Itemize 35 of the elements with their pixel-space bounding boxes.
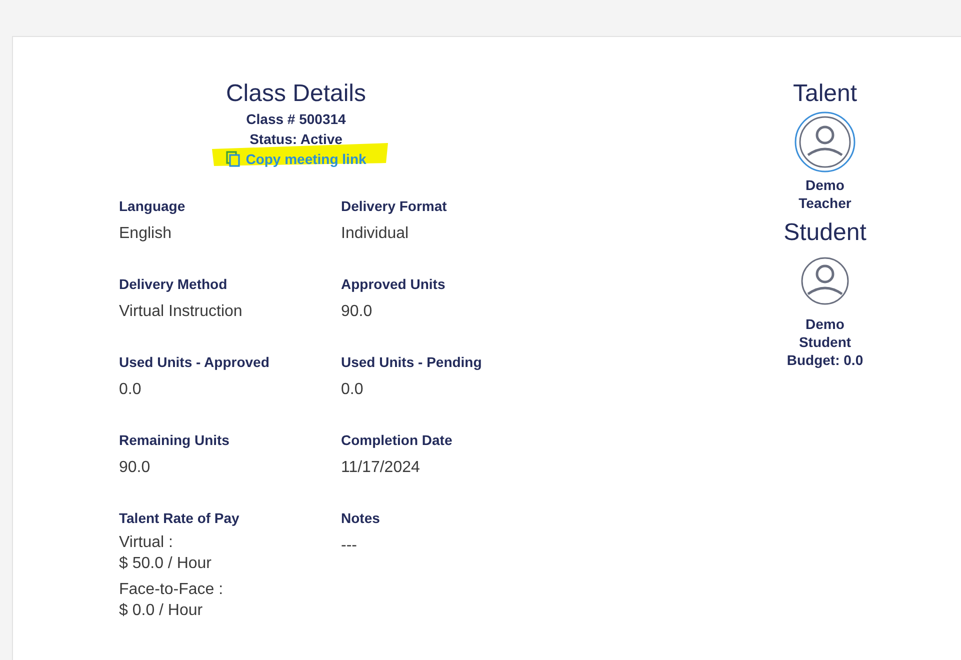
rate-amount: $ 50.0 / Hour xyxy=(119,554,212,574)
field-value: Individual xyxy=(341,224,410,244)
field-label: Delivery Format xyxy=(341,197,448,216)
field-label: Used Units - Pending xyxy=(341,353,483,372)
person-info: Demo xyxy=(806,176,844,194)
copy-icon xyxy=(226,151,240,167)
person-info: Budget: 0.0 xyxy=(786,351,864,369)
field-label: Language xyxy=(119,197,186,216)
class-status: Status: Active xyxy=(250,130,342,149)
field-value: English xyxy=(119,224,172,244)
field-value: 0.0 xyxy=(341,380,364,400)
copy-meeting-link[interactable]: Copy meeting link xyxy=(226,149,366,169)
field-label: Used Units - Approved xyxy=(119,353,270,372)
person-info: Student xyxy=(798,333,852,351)
field-value: Virtual Instruction xyxy=(119,302,244,322)
section-heading: Student xyxy=(784,218,866,248)
field-label: Completion Date xyxy=(341,431,454,450)
field-value: 90.0 xyxy=(119,458,152,478)
field-value: 11/17/2024 xyxy=(341,458,421,478)
person-info: Teacher xyxy=(798,194,852,212)
page-title: Class Details xyxy=(226,79,366,109)
class-number: Class # 500314 xyxy=(246,110,346,129)
field-value: --- xyxy=(341,536,358,556)
field-label: Talent Rate of Pay xyxy=(119,509,240,528)
rate-amount: $ 0.0 / Hour xyxy=(119,601,204,621)
rate-label: Virtual : xyxy=(119,533,174,553)
field-label: Remaining Units xyxy=(119,431,230,450)
section-heading: Talent xyxy=(792,79,858,109)
field-label: Delivery Method xyxy=(119,275,228,294)
field-value: 0.0 xyxy=(119,380,142,400)
field-label: Approved Units xyxy=(341,275,446,294)
field-label: Notes xyxy=(341,509,381,528)
field-value: 90.0 xyxy=(341,302,374,322)
person-info: Demo xyxy=(806,315,844,333)
rate-label: Face-to-Face : xyxy=(119,580,224,600)
